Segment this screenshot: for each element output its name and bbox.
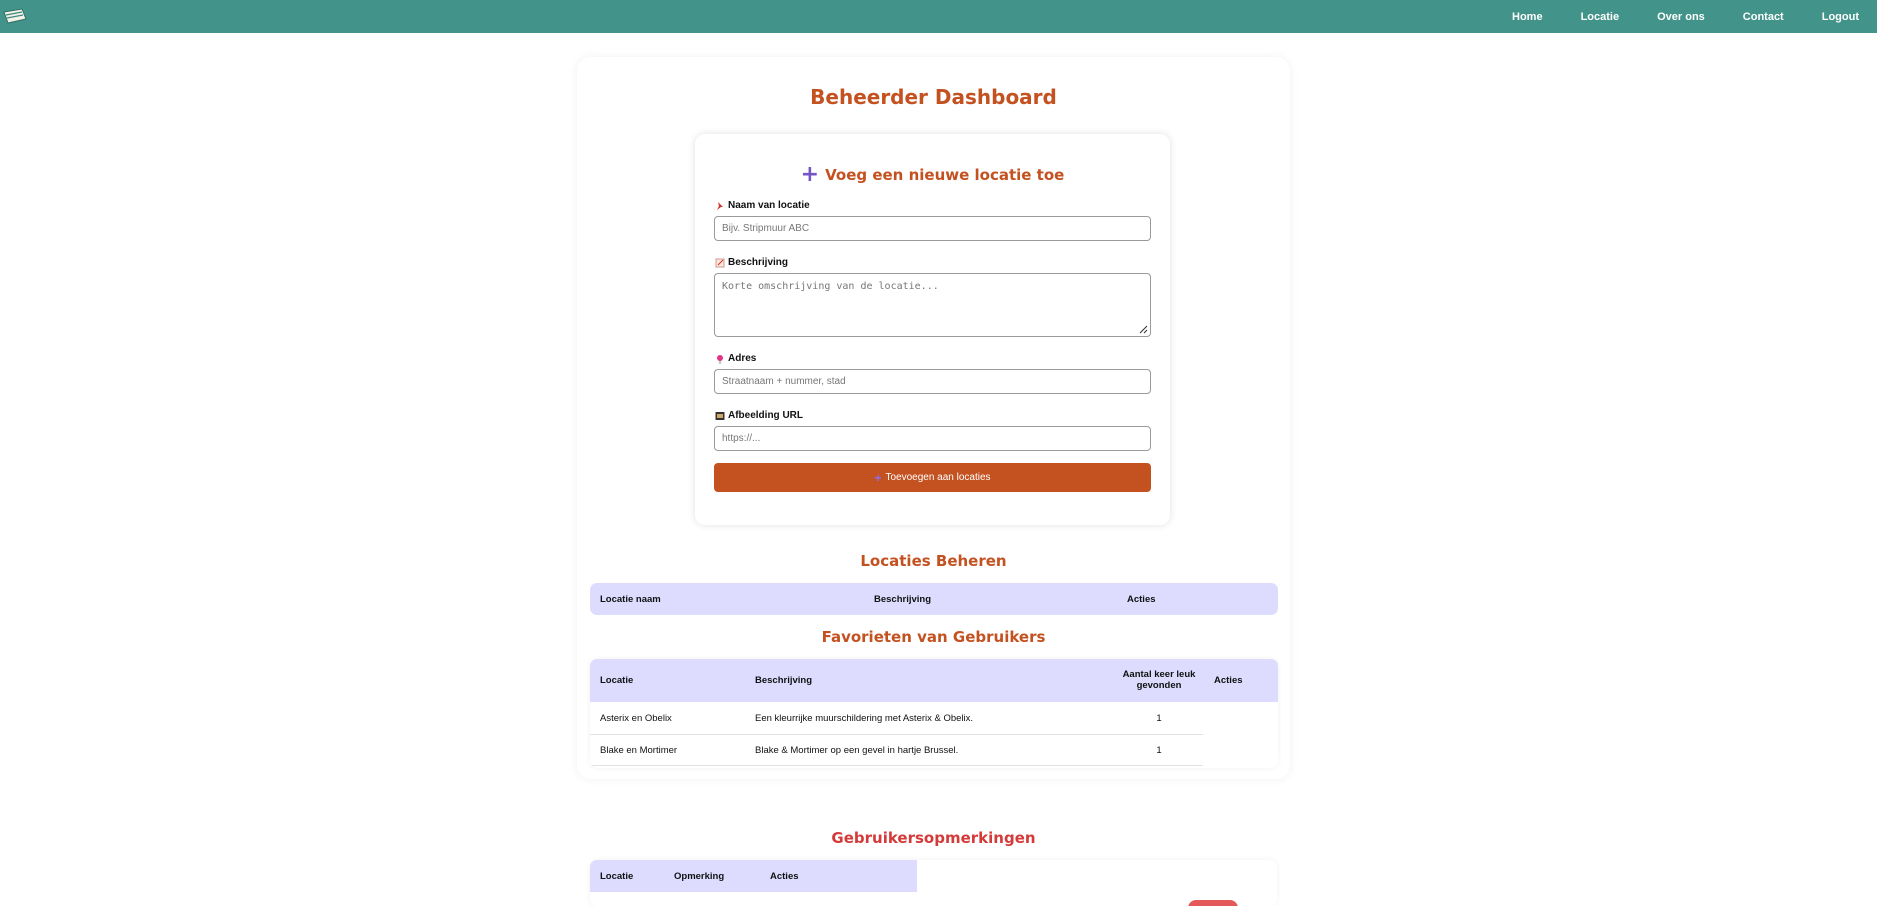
row-count: 1 <box>1156 745 1162 756</box>
dashboard-panel: Beheerder Dashboard + Voeg een nieuwe lo… <box>577 57 1290 779</box>
locations-table: Locatie naam Beschrijving Acties <box>590 583 1278 615</box>
row-location: Blake en Mortimer <box>600 745 678 756</box>
col-beschrijving: Beschrijving <box>755 675 813 686</box>
nav-contact[interactable]: Contact <box>1743 11 1784 23</box>
locations-section-title: Locaties Beheren <box>860 552 1007 570</box>
add-location-button-label: Toevoegen aan locaties <box>885 472 991 483</box>
comments-table-header: Locatie Opmerking Acties <box>590 860 917 892</box>
image-url-label: Afbeelding URL <box>715 410 803 421</box>
location-name-input[interactable]: Bijv. Stripmuur ABC <box>714 216 1151 241</box>
col-acties: Acties <box>1214 675 1243 686</box>
col-aantal-leuk: Aantal keer leuk gevonden <box>1122 669 1196 691</box>
favorites-section-title: Favorieten van Gebruikers <box>821 628 1046 646</box>
col-acties: Acties <box>1127 594 1156 605</box>
memo-icon <box>715 258 725 268</box>
favorites-table: Locatie Beschrijving Aantal keer leuk ge… <box>590 659 1278 768</box>
nav-over-ons[interactable]: Over ons <box>1657 11 1705 23</box>
main-nav: Home Locatie Over ons Contact Logout <box>1474 0 1859 33</box>
nav-home[interactable]: Home <box>1512 11 1543 23</box>
comments-table: Locatie Opmerking Acties <box>590 860 1277 906</box>
pushpin-icon <box>715 201 725 211</box>
add-location-button[interactable]: + Toevoegen aan locaties <box>714 463 1151 492</box>
address-label-text: Adres <box>728 353 757 364</box>
description-label: Beschrijving <box>715 257 788 268</box>
row-location: Asterix en Obelix <box>600 713 672 724</box>
favorites-table-header: Locatie Beschrijving Aantal keer leuk ge… <box>590 659 1278 702</box>
resize-handle-icon[interactable] <box>1139 325 1148 334</box>
image-url-input[interactable]: https://... <box>714 426 1151 451</box>
col-locatie: Locatie <box>600 871 634 882</box>
col-beschrijving: Beschrijving <box>874 594 932 605</box>
form-title: + Voeg een nieuwe locatie toe <box>695 162 1170 187</box>
top-navbar: Home Locatie Over ons Contact Logout <box>0 0 1877 33</box>
delete-button[interactable] <box>1188 900 1238 906</box>
description-textarea[interactable]: Korte omschrijving van de locatie... <box>714 273 1151 337</box>
name-label-text: Naam van locatie <box>728 200 810 211</box>
address-label: Adres <box>715 353 756 364</box>
nav-locatie[interactable]: Locatie <box>1581 11 1620 23</box>
col-locatie: Locatie <box>600 675 634 686</box>
col-locatie-naam: Locatie naam <box>600 594 661 605</box>
image-url-label-text: Afbeelding URL <box>728 410 803 421</box>
map-pin-icon <box>715 354 725 364</box>
row-divider <box>590 765 1203 766</box>
name-label: Naam van locatie <box>715 200 810 211</box>
col-opmerking: Opmerking <box>674 871 725 882</box>
form-title-text: Voeg een nieuwe locatie toe <box>825 166 1065 184</box>
locations-table-header: Locatie naam Beschrijving Acties <box>590 583 1278 615</box>
col-acties: Acties <box>770 871 799 882</box>
site-logo[interactable] <box>2 7 28 27</box>
plus-icon: + <box>800 162 820 187</box>
add-location-form: + Voeg een nieuwe locatie toe Naam van l… <box>695 134 1170 525</box>
row-divider <box>590 734 1203 735</box>
plus-icon: + <box>874 470 882 485</box>
row-description: Een kleurrijke muurschildering met Aster… <box>755 713 974 724</box>
nav-logout[interactable]: Logout <box>1822 11 1859 23</box>
page-title: Beheerder Dashboard <box>810 85 1057 109</box>
image-icon <box>715 411 725 421</box>
row-count: 1 <box>1156 713 1162 724</box>
description-label-text: Beschrijving <box>728 257 789 268</box>
description-placeholder: Korte omschrijving van de locatie... <box>722 281 939 292</box>
address-input[interactable]: Straatnaam + nummer, stad <box>714 369 1151 394</box>
comments-section-title: Gebruikersopmerkingen <box>831 829 1036 847</box>
row-description: Blake & Mortimer op een gevel in hartje … <box>755 745 959 756</box>
